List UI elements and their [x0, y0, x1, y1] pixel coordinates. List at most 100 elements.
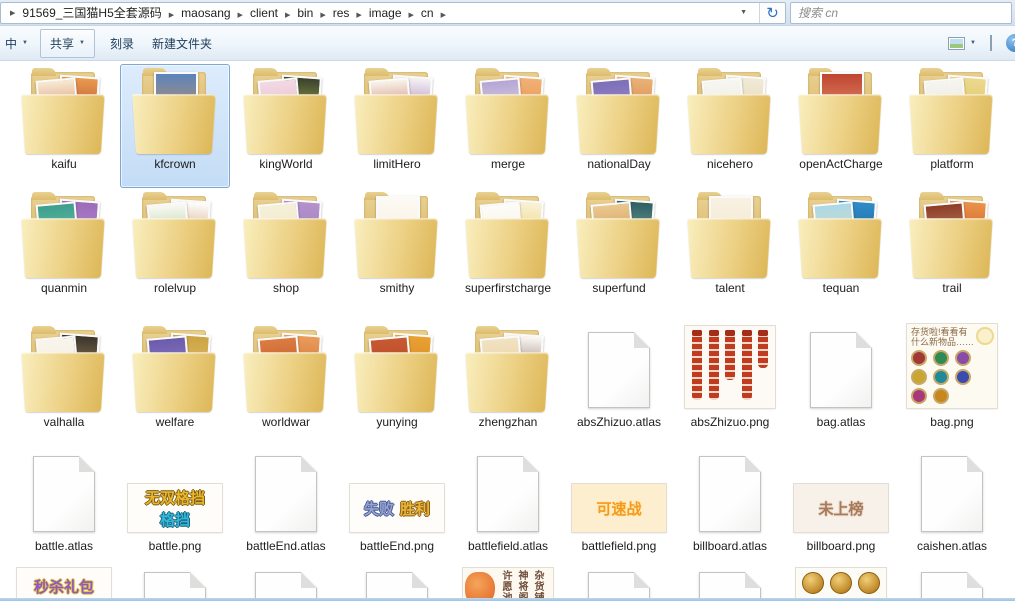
- item-label: smithy: [380, 281, 415, 295]
- folder-front: [909, 218, 993, 278]
- item-label: nationalDay: [587, 157, 650, 171]
- folder-item-kingworld[interactable]: kingWorld: [231, 64, 341, 188]
- breadcrumb-segment[interactable]: 91569_三国猫H5全套源码: [16, 6, 167, 20]
- folder-item-shop[interactable]: shop: [231, 188, 341, 322]
- file-item[interactable]: [675, 562, 785, 598]
- new-folder-button[interactable]: 新建文件夹: [143, 30, 221, 57]
- folder-item-superfirstcharge[interactable]: superfirstcharge: [453, 188, 563, 322]
- item-label: kaifu: [51, 157, 76, 171]
- folder-icon: [678, 67, 782, 155]
- file-page-fold: [301, 456, 317, 472]
- folder-icon: [900, 191, 1004, 279]
- preview-pane-button[interactable]: [990, 36, 992, 50]
- file-item-billboard-png[interactable]: 未上榜billboard.png: [786, 446, 896, 562]
- folder-item-valhalla[interactable]: 师valhalla: [9, 322, 119, 446]
- address-dropdown-arrow[interactable]: ▼: [732, 9, 755, 16]
- item-label: superfund: [592, 281, 645, 295]
- folder-item-superfund[interactable]: superfund: [564, 188, 674, 322]
- breadcrumb-segment[interactable]: res: [327, 6, 356, 20]
- image-thumbnail-menu: 许愿池竞神将阁铁杂货铺英: [463, 568, 553, 598]
- file-item-bag-atlas[interactable]: bag.atlas: [786, 322, 896, 446]
- file-item[interactable]: [786, 562, 896, 598]
- breadcrumb-segment[interactable]: cn: [415, 6, 440, 20]
- share-button[interactable]: 共享 ▼: [40, 29, 95, 58]
- file-item-abszhizuo-png[interactable]: absZhizuo.png: [675, 322, 785, 446]
- folder-glyph: [238, 191, 334, 279]
- include-in-library-button[interactable]: 中 ▼: [0, 30, 34, 57]
- gold-coin-icon: [830, 572, 852, 594]
- folder-front: [687, 218, 771, 278]
- file-item-bag-png[interactable]: 存货啦!看看有什么新物品……bag.png: [897, 322, 1007, 446]
- breadcrumb-segment[interactable]: client: [244, 6, 284, 20]
- breadcrumb-separator[interactable]: ▶: [237, 12, 244, 19]
- item-label: billboard.atlas: [693, 539, 767, 553]
- file-item-battlefield-png[interactable]: 可速战battlefield.png: [564, 446, 674, 562]
- file-icon: [900, 449, 1004, 537]
- folder-icon: [12, 67, 116, 155]
- file-item[interactable]: [120, 562, 230, 598]
- blank-file-icon: [921, 572, 983, 598]
- breadcrumb-separator[interactable]: ▶: [408, 12, 415, 19]
- folder-icon: [123, 191, 227, 279]
- image-thumbnail-firecrackers: [685, 326, 775, 408]
- file-item[interactable]: 秒杀礼包: [9, 562, 119, 598]
- breadcrumb-separator[interactable]: ▶: [440, 12, 447, 19]
- folder-item-rolelvup[interactable]: rolelvup: [120, 188, 230, 322]
- breadcrumb-segment[interactable]: bin: [291, 6, 319, 20]
- menu-vertical-text: 许愿池竞: [499, 570, 511, 598]
- folder-glyph: [16, 191, 112, 279]
- breadcrumb-segment[interactable]: maosang: [175, 6, 236, 20]
- folder-front: [132, 94, 216, 154]
- art-text-line: 秒杀礼包: [34, 576, 94, 597]
- folder-item-welfare[interactable]: welfare: [120, 322, 230, 446]
- folder-item-kaifu[interactable]: kaifu: [9, 64, 119, 188]
- folder-item-nationalday[interactable]: nationalDay: [564, 64, 674, 188]
- folder-front: [132, 352, 216, 412]
- help-button[interactable]: ?: [1006, 34, 1015, 52]
- folder-icon: 师: [12, 325, 116, 413]
- folder-item-kfcrown[interactable]: kfcrown: [120, 64, 230, 188]
- file-item-battleend-png[interactable]: 失败胜利battleEnd.png: [342, 446, 452, 562]
- search-input[interactable]: 搜索 cn: [790, 2, 1012, 24]
- file-item[interactable]: [342, 562, 452, 598]
- file-item-abszhizuo-atlas[interactable]: absZhizuo.atlas: [564, 322, 674, 446]
- folder-item-tequan[interactable]: tequan: [786, 188, 896, 322]
- breadcrumb-separator[interactable]: ▶: [355, 12, 362, 19]
- folder-item-smithy[interactable]: 大师smithy: [342, 188, 452, 322]
- file-item-battle-atlas[interactable]: battle.atlas: [9, 446, 119, 562]
- folder-item-nicehero[interactable]: nicehero: [675, 64, 785, 188]
- folder-item-openactcharge[interactable]: openActCharge: [786, 64, 896, 188]
- file-item-battleend-atlas[interactable]: battleEnd.atlas: [231, 446, 341, 562]
- file-icon: [567, 325, 671, 413]
- item-label: zhengzhan: [479, 415, 538, 429]
- file-item[interactable]: [897, 562, 1007, 598]
- folder-item-limithero[interactable]: limitHero: [342, 64, 452, 188]
- file-item-battle-png[interactable]: 无双格挡格挡battle.png: [120, 446, 230, 562]
- file-item[interactable]: [564, 562, 674, 598]
- breadcrumb-separator[interactable]: ▶: [319, 12, 326, 19]
- folder-item-yunying[interactable]: 酒店VIPyunying: [342, 322, 452, 446]
- folder-item-platform[interactable]: platform: [897, 64, 1007, 188]
- folder-glyph: [16, 67, 112, 155]
- change-view-button[interactable]: ▼: [948, 37, 976, 50]
- folder-item-worldwar[interactable]: worldwar: [231, 322, 341, 446]
- folder-item-merge[interactable]: merge: [453, 64, 563, 188]
- burn-button[interactable]: 刻录: [101, 30, 143, 57]
- refresh-button[interactable]: ↻: [759, 3, 785, 23]
- file-item[interactable]: 许愿池竞神将阁铁杂货铺英: [453, 562, 563, 598]
- breadcrumb-segment[interactable]: image: [363, 6, 408, 20]
- breadcrumb-path[interactable]: ▶ 91569_三国猫H5全套源码▶maosang▶client▶bin▶res…: [1, 3, 759, 23]
- file-item[interactable]: [231, 562, 341, 598]
- firecracker-string: [725, 330, 735, 380]
- file-item-billboard-atlas[interactable]: billboard.atlas: [675, 446, 785, 562]
- folder-icon: [345, 67, 449, 155]
- caret-down-icon: ▼: [970, 40, 976, 46]
- folder-item-quanmin[interactable]: quanmin: [9, 188, 119, 322]
- gold-coin-icon: [858, 572, 880, 594]
- folder-item-trail[interactable]: trail: [897, 188, 1007, 322]
- file-item-battlefield-atlas[interactable]: battlefield.atlas: [453, 446, 563, 562]
- item-label: battle.png: [149, 539, 202, 553]
- file-item-caishen-atlas[interactable]: caishen.atlas: [897, 446, 1007, 562]
- folder-item-talent[interactable]: talent: [675, 188, 785, 322]
- folder-item-zhengzhan[interactable]: zhengzhan: [453, 322, 563, 446]
